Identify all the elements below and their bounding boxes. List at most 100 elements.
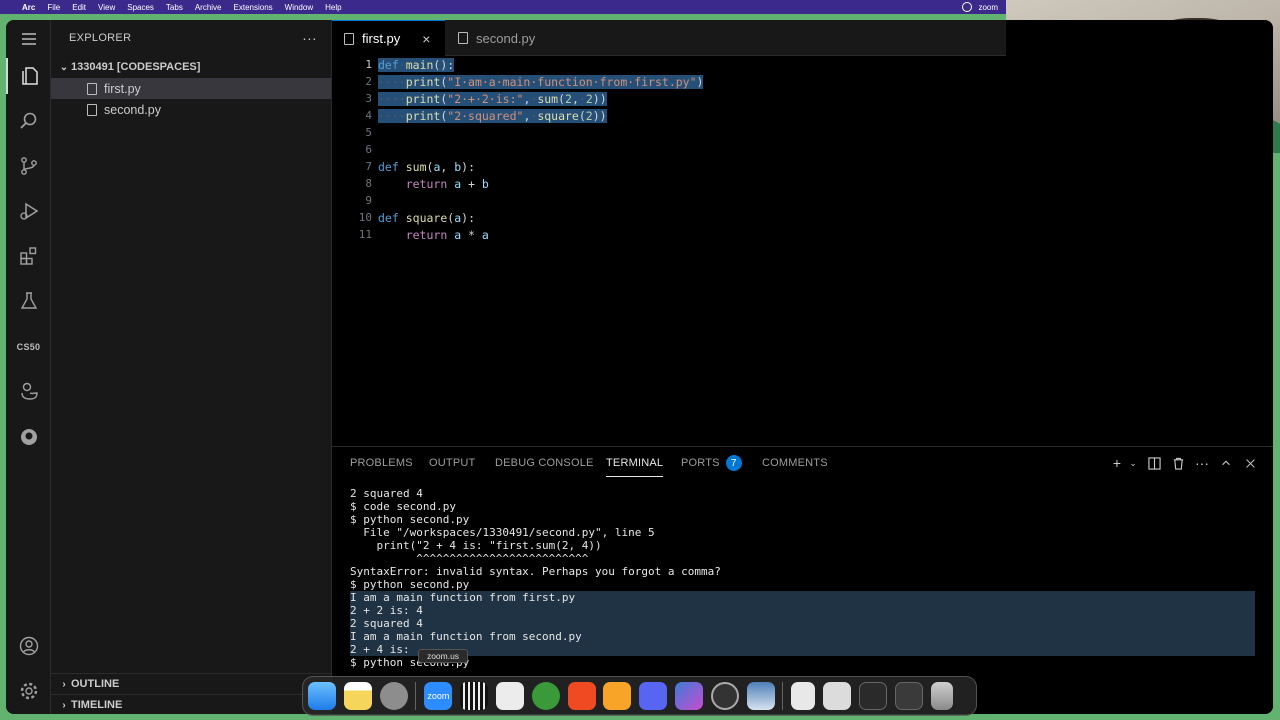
arc-browser-icon[interactable] [674,682,703,710]
file-icon [87,82,97,95]
close-panel-icon[interactable] [1242,455,1258,471]
terminal-line: I am a main function from second.py [350,630,1255,643]
tab-terminal[interactable]: TERMINAL [606,447,664,479]
zoom-status-icon[interactable] [962,2,973,12]
workspace-folder[interactable]: ⌄ 1330491 [CODESPACES] [51,56,331,78]
files-icon[interactable] [6,58,51,94]
code-line: 9 [332,192,1273,209]
timeline-label: TIMELINE [71,699,123,711]
code-editor[interactable]: 1 def·main(): 2 ····print("I·am·a·main·f… [332,56,1273,446]
activity-bar: CS50 [6,20,51,714]
file-icon [458,32,468,44]
script-editor-icon[interactable] [495,682,524,710]
menu-arc[interactable]: Arc [22,3,35,12]
menu-help[interactable]: Help [325,3,341,12]
timeline-section[interactable]: › TIMELINE [51,694,332,714]
tab-label: first.py [362,31,401,46]
more-actions-icon[interactable]: ··· [1194,455,1210,471]
screen: Arc File Edit View Spaces Tabs Archive E… [0,0,1280,720]
line-number: 3 [365,92,372,105]
testing-icon[interactable] [6,283,51,319]
green-app-icon[interactable] [531,682,560,710]
menu-extensions[interactable]: Extensions [234,3,273,12]
brave-browser-icon[interactable] [567,682,596,710]
piano-icon[interactable] [460,682,489,710]
menu-view[interactable]: View [98,3,115,12]
menu-file[interactable]: File [47,3,60,12]
line-number: 11 [358,228,372,241]
terminal-line: 2 + 4 is: [350,643,1255,656]
menu-hamburger-icon[interactable] [6,21,51,57]
tab-comments[interactable]: COMMENTS [762,447,828,479]
source-control-icon[interactable] [6,148,51,184]
code-text: ····print("2·squared",·square(2)) [378,108,607,123]
terminal-output[interactable]: 2 squared 4 $ code second.py $ python se… [350,487,1255,669]
line-number: 9 [365,194,372,207]
document-icon[interactable] [823,682,852,710]
outline-section[interactable]: › OUTLINE [51,673,332,694]
finder-icon[interactable] [308,682,336,710]
duck-icon[interactable] [6,373,51,409]
mac-dock: zoom [302,676,977,716]
system-settings-icon[interactable] [379,682,408,710]
menu-window[interactable]: Window [285,3,313,12]
window-thumbnail-icon[interactable] [858,682,887,710]
terminal-line: print("2 + 4 is: "first.sum(2, 4)) [350,539,602,552]
notes-icon[interactable] [343,682,372,710]
tab-debug-console[interactable]: DEBUG CONSOLE [495,447,594,479]
terminal-line: 2 squared 4 [350,487,423,500]
zoom-status-label[interactable]: zoom [978,3,998,12]
tab-output[interactable]: OUTPUT [429,447,475,479]
menu-tabs[interactable]: Tabs [166,3,183,12]
code-line: 7 def sum(a, b): [332,158,1273,175]
window-thumbnail-icon[interactable] [894,682,923,710]
settings-gear-icon[interactable] [6,673,51,709]
trash-icon[interactable] [1170,455,1186,471]
search-icon[interactable] [6,103,51,139]
trash-icon[interactable] [930,682,953,710]
menu-edit[interactable]: Edit [72,3,86,12]
chevron-right-icon: › [62,678,66,690]
file-item-first[interactable]: first.py [51,78,331,99]
maximize-panel-icon[interactable] [1218,455,1234,471]
chevron-down-icon[interactable]: ⌄ [1125,455,1141,471]
line-number: 6 [365,143,372,156]
preview-icon[interactable] [746,682,775,710]
line-number: 8 [365,177,372,190]
explorer-header: EXPLORER ··· [51,20,331,56]
tab-second-py[interactable]: second.py [446,20,561,56]
line-number: 10 [358,211,372,224]
tab-first-py[interactable]: first.py × [332,20,445,56]
code-line: 1 def·main(): [332,56,1273,73]
terminal-line: $ code second.py [350,500,456,513]
code-line: 5 [332,124,1273,141]
clock-app-icon[interactable] [710,682,739,710]
tab-ports[interactable]: PORTS 7 [681,447,742,479]
close-icon[interactable]: × [422,31,430,47]
github-icon[interactable] [6,419,51,455]
run-debug-icon[interactable] [6,193,51,229]
line-number: 7 [365,160,372,173]
menu-archive[interactable]: Archive [195,3,222,12]
sublime-icon[interactable] [603,682,632,710]
terminal-line: I am a main function from first.py [350,591,1255,604]
more-actions-icon[interactable]: ··· [302,30,317,46]
code-line: 11 return a * a [332,226,1273,243]
discord-icon[interactable] [639,682,668,710]
extensions-icon[interactable] [6,238,51,274]
explorer-sidebar: EXPLORER ··· ⌄ 1330491 [CODESPACES] firs… [51,20,332,714]
tab-problems[interactable]: PROBLEMS [350,447,413,479]
code-text: return a * a [405,227,489,242]
file-label: second.py [104,102,161,117]
cs50-icon[interactable]: CS50 [6,329,51,365]
menu-spaces[interactable]: Spaces [127,3,154,12]
document-icon[interactable] [791,682,816,710]
split-terminal-icon[interactable] [1146,455,1162,471]
new-terminal-icon[interactable]: + [1109,455,1125,471]
file-item-second[interactable]: second.py [51,99,331,120]
zoom-app-icon[interactable]: zoom [424,682,453,710]
code-line: 8 return a + b [332,175,1273,192]
tab-label: second.py [476,30,536,46]
code-text: def·main(): [378,57,455,72]
account-icon[interactable] [6,628,51,664]
